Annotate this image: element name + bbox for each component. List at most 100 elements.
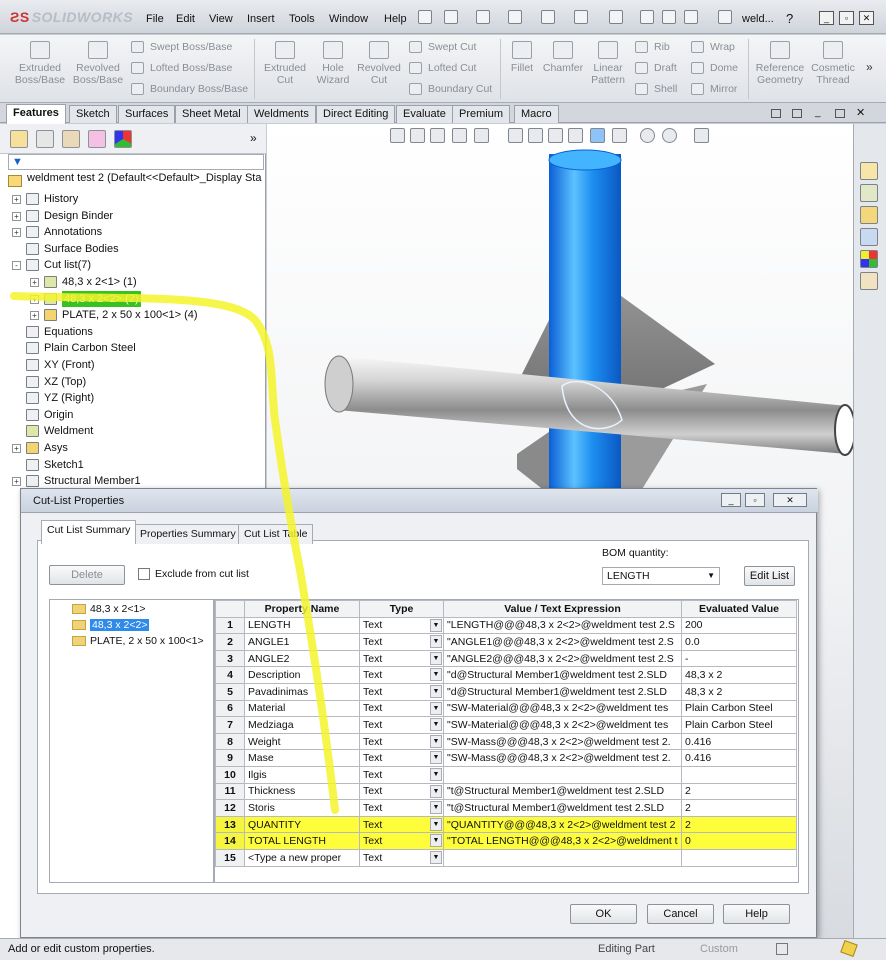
display-style-icon[interactable] [508,128,523,143]
cosmetic-thread-button[interactable]: Cosmetic Thread [808,39,858,86]
dropdown-arrow-icon[interactable]: ▼ [430,701,442,715]
column-header[interactable]: Type [359,600,444,618]
custom-properties-icon[interactable] [860,272,878,290]
dropdown-arrow-icon[interactable]: ▼ [430,734,442,748]
property-name-cell[interactable]: ANGLE1 [244,633,360,651]
type-cell[interactable]: Text ▼ [359,616,444,635]
tab-features[interactable]: Features [6,104,66,124]
tab-evaluate[interactable]: Evaluate [396,105,453,123]
undo-icon[interactable] [574,10,588,24]
table-row[interactable]: 10 Ilgis Text ▼ [215,765,797,784]
dialog-maximize-icon[interactable]: ▫ [745,493,765,507]
expand-icon[interactable]: + [12,211,21,221]
draft-button[interactable]: Draft [634,59,677,77]
collapse-icon[interactable]: - [12,261,21,271]
table-row[interactable]: 1 LENGTH Text ▼ "LENGTH@@@48,3 x 2<2>@weldme… [215,616,797,635]
options-icon[interactable] [684,10,698,24]
extruded-boss-button[interactable]: Extruded Boss/Base [14,39,66,86]
type-cell[interactable]: Text ▼ [359,666,444,684]
type-cell[interactable]: Text ▼ [359,782,444,801]
view-palette-icon[interactable] [860,228,878,246]
type-cell[interactable]: Text ▼ [359,799,444,817]
expression-cell[interactable]: "SW-Mass@@@48,3 x 2<2>@weldment test 2. [443,749,682,767]
featuremanager-tab-icon[interactable] [10,130,28,148]
bom-quantity-select[interactable]: LENGTH ▼ [602,567,720,585]
units-status[interactable]: Custom [700,943,738,955]
pin-icon[interactable] [418,10,432,24]
table-row[interactable]: 2 ANGLE1 Text ▼ "ANGLE1@@@48,3 x 2<2>@weldme… [215,633,797,651]
help-button[interactable]: Help [723,904,790,924]
tree-item[interactable]: + Asys [0,440,266,456]
expression-cell[interactable]: "d@Structural Member1@weldment test 2.SL… [443,682,682,701]
table-row[interactable]: 13 QUANTITY Text ▼ "QUANTITY@@@48,3 x 2<2>@w… [215,815,797,834]
expression-cell[interactable]: "QUANTITY@@@48,3 x 2<2>@weldment test 2 [443,815,682,834]
column-header[interactable]: Property Name [244,600,360,618]
property-name-cell[interactable]: Material [244,699,360,718]
expand-icon[interactable]: + [30,278,39,287]
property-name-cell[interactable]: Mase [244,749,360,767]
expression-cell[interactable]: "TOTAL LENGTH@@@48,3 x 2<2>@weldment t [443,832,682,850]
dropdown-arrow-icon[interactable]: ▼ [430,834,442,848]
expression-cell[interactable]: "ANGLE1@@@48,3 x 2<2>@weldment test 2.S [443,633,682,651]
appearances-icon[interactable] [860,250,878,268]
tile-icon[interactable] [792,109,802,118]
tree-item[interactable]: XY (Front) [0,357,266,373]
tree-item[interactable]: + Design Binder [0,208,266,224]
expand-icon[interactable]: + [30,311,39,321]
dropdown-arrow-icon[interactable]: ▼ [430,850,442,864]
extruded-cut-button[interactable]: Extruded Cut [259,39,311,86]
mirror-button[interactable]: Mirror [690,80,737,98]
list-item-selected[interactable]: 48,3 x 2<2> [72,618,150,633]
tree-item[interactable]: + History [0,191,266,207]
swept-cut-button[interactable]: Swept Cut [408,38,476,56]
exclude-checkbox[interactable] [138,568,150,580]
expand-icon[interactable]: + [12,477,21,487]
tag-icon[interactable] [840,939,858,958]
tab-macro[interactable]: Macro [514,105,559,123]
cancel-button[interactable]: Cancel [647,904,714,924]
property-name-cell[interactable]: QUANTITY [244,815,360,834]
appearance-icon[interactable] [640,128,655,143]
zoom-area-icon[interactable] [410,128,425,143]
property-name-cell[interactable]: Medziaga [244,716,360,734]
tab-surfaces[interactable]: Surfaces [118,105,176,123]
tree-item[interactable]: +48,3 x 2<1> (1) [0,274,266,290]
expression-cell[interactable]: "LENGTH@@@48,3 x 2<2>@weldment test 2.S [443,616,682,635]
minimize-icon[interactable]: _ [819,11,834,25]
file-explorer-icon[interactable] [860,206,878,224]
expression-cell[interactable]: "t@Structural Member1@weldment test 2.SL… [443,782,682,801]
tab-cut-list-table[interactable]: Cut List Table [238,524,314,544]
expression-cell[interactable]: "ANGLE2@@@48,3 x 2<2>@weldment test 2.S [443,649,682,668]
property-name-cell[interactable]: <Type a new proper [244,848,360,867]
tree-item[interactable]: + Structural Member1 [0,473,266,489]
tree-item[interactable]: Origin [0,407,266,423]
tab-sheet-metal[interactable]: Sheet Metal [175,105,248,123]
menu-file[interactable]: File [146,13,164,25]
displaymanager-tab-icon[interactable] [114,130,132,148]
expand-icon[interactable]: + [12,228,21,238]
view-settings-icon[interactable] [694,128,709,143]
restore-icon[interactable]: ▫ [839,11,854,25]
select-icon[interactable] [609,10,623,24]
rebuild-status-icon[interactable] [776,943,788,955]
tab-sketch[interactable]: Sketch [69,105,117,123]
previous-view-icon[interactable] [430,128,445,143]
menu-help[interactable]: Help [384,13,407,25]
type-cell[interactable]: Text ▼ [359,682,444,701]
dropdown-arrow-icon[interactable]: ▼ [430,751,442,765]
table-row[interactable]: 12 Storis Text ▼ "t@Structural Member1@weldm… [215,799,797,817]
tree-item[interactable]: Surface Bodies [0,241,266,257]
tree-item[interactable]: XZ (Top) [0,374,266,390]
expression-cell[interactable]: "SW-Material@@@48,3 x 2<2>@weldment tes [443,716,682,734]
dialog-minimize-icon[interactable]: _ [721,493,741,507]
table-row[interactable]: 3 ANGLE2 Text ▼ "ANGLE2@@@48,3 x 2<2>@weldme… [215,649,797,668]
dropdown-arrow-icon[interactable]: ▼ [430,784,442,798]
property-name-cell[interactable]: Storis [244,799,360,817]
ribbon-more-icon[interactable]: » [866,60,873,74]
doc-close-icon[interactable]: ✕ [856,106,865,119]
column-header[interactable]: Value / Text Expression [443,600,682,618]
dropdown-arrow-icon[interactable]: ▼ [430,817,442,831]
table-row[interactable]: 11 Thickness Text ▼ "t@Structural Member1@we… [215,782,797,801]
tree-item[interactable]: +48,3 x 2<2> (2) [0,290,266,307]
tree-item[interactable]: YZ (Right) [0,390,266,406]
